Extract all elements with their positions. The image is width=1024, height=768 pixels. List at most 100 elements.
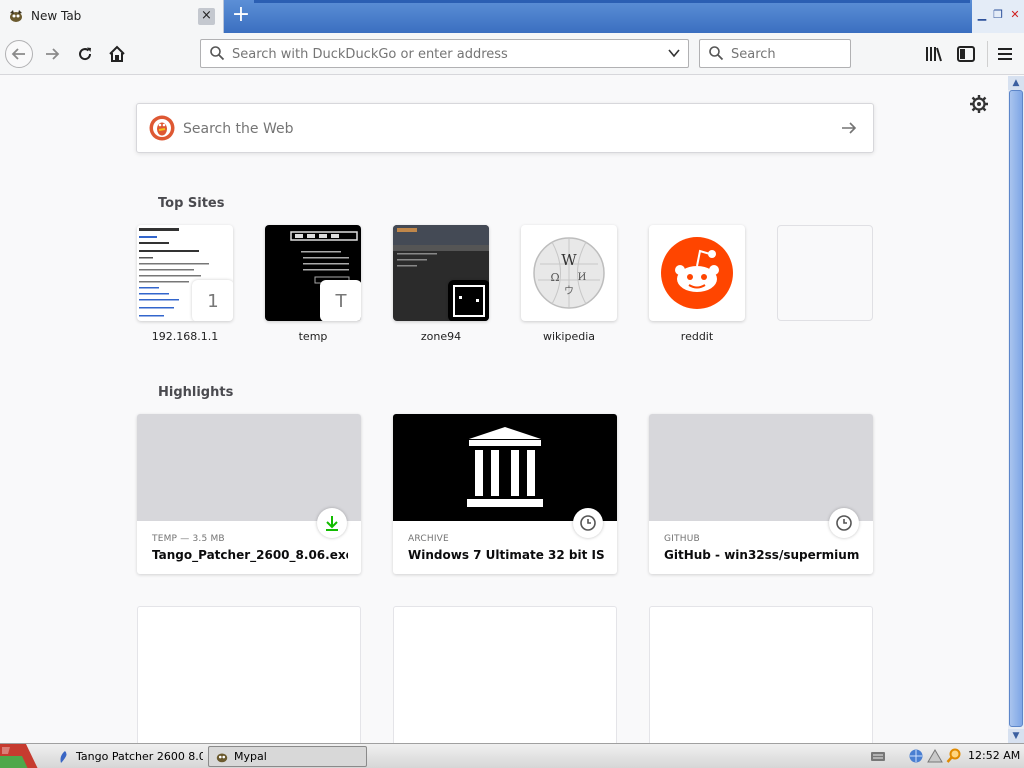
site-label: temp xyxy=(298,330,328,343)
svg-text:И: И xyxy=(578,272,587,283)
highlight-type-badge xyxy=(573,508,603,538)
back-arrow-icon xyxy=(11,48,25,60)
tab-strip: New Tab × + ▁ ❐ ✕ xyxy=(0,0,1024,33)
highlight-meta: GITHUB xyxy=(664,534,700,544)
top-site-tile[interactable]: zone94 xyxy=(393,225,489,343)
highlight-title: Tango_Patcher_2600_8.06.exe xyxy=(152,548,348,562)
highlight-preview xyxy=(137,414,361,521)
empty-top-site-slot[interactable] xyxy=(777,225,873,321)
system-tray: 12:52 AM xyxy=(862,744,1024,768)
site-label: zone94 xyxy=(420,330,462,343)
site-badge: T xyxy=(320,280,361,321)
start-button-icon[interactable] xyxy=(0,744,38,768)
url-bar[interactable] xyxy=(200,39,689,68)
empty-highlight-slot xyxy=(137,606,361,743)
wikipedia-globe-icon: W Ω И ウ xyxy=(533,237,605,309)
site-thumbnail: 1 xyxy=(137,225,233,321)
keyboard-icon[interactable] xyxy=(870,748,886,764)
sidebar-icon[interactable] xyxy=(955,43,977,65)
empty-highlight-slot xyxy=(649,606,873,743)
gear-icon[interactable] xyxy=(969,94,989,114)
clock-icon xyxy=(836,515,852,531)
svg-text:ウ: ウ xyxy=(564,285,574,297)
tab-new-tab[interactable]: New Tab × xyxy=(0,0,224,33)
download-icon xyxy=(326,516,338,531)
highlight-preview xyxy=(649,414,873,521)
vertical-scrollbar[interactable]: ▲ ▼ xyxy=(1008,76,1024,743)
navigation-toolbar xyxy=(0,33,1024,75)
search-icon xyxy=(210,46,225,61)
highlight-title: Windows 7 Ultimate 32 bit ISO (... xyxy=(408,548,604,562)
site-thumbnail-placeholder xyxy=(777,225,873,321)
highlight-card[interactable]: GITHUB GitHub - win32ss/supermium: C... xyxy=(649,414,873,574)
warning-icon[interactable] xyxy=(927,748,943,764)
minimize-icon[interactable]: ▁ xyxy=(975,8,989,22)
arrow-right-icon[interactable] xyxy=(839,118,859,138)
site-thumbnail: W Ω И ウ xyxy=(521,225,617,321)
highlight-card[interactable]: ARCHIVE Windows 7 Ultimate 32 bit ISO (.… xyxy=(393,414,617,574)
new-tab-button[interactable]: + xyxy=(230,4,252,28)
taskbar-item-tango-patcher[interactable]: Tango Patcher 2600 8.06... xyxy=(50,746,204,767)
forward-button[interactable] xyxy=(38,40,66,68)
search-input[interactable] xyxy=(731,45,841,63)
chevron-down-icon[interactable] xyxy=(667,46,681,60)
forward-arrow-icon xyxy=(46,48,60,60)
zone94-logo-icon xyxy=(453,285,485,317)
site-thumbnail xyxy=(393,225,489,321)
highlight-meta: ARCHIVE xyxy=(408,534,449,544)
tabstrip-top-edge xyxy=(254,0,970,3)
site-thumbnail: T xyxy=(265,225,361,321)
tango-patcher-icon xyxy=(60,750,67,763)
svg-text:Ω: Ω xyxy=(550,271,559,284)
new-tab-page: Top Sites 1 192.168.1.1 xyxy=(0,76,1008,743)
highlight-preview xyxy=(393,414,617,521)
search-icon xyxy=(709,46,724,61)
site-thumbnail xyxy=(649,225,745,321)
web-search-box[interactable] xyxy=(136,103,874,153)
site-label: wikipedia xyxy=(542,330,595,343)
search-bar[interactable] xyxy=(699,39,851,68)
scroll-down-arrow-icon[interactable]: ▼ xyxy=(1008,729,1024,743)
reload-icon xyxy=(79,47,92,61)
highlights-heading: Highlights xyxy=(158,385,234,400)
scrollbar-thumb[interactable] xyxy=(1009,90,1023,727)
back-button[interactable] xyxy=(5,40,33,68)
top-site-tile[interactable]: reddit xyxy=(649,225,745,343)
home-icon xyxy=(109,45,125,62)
web-search-input[interactable] xyxy=(183,119,823,139)
url-input[interactable] xyxy=(232,45,652,63)
top-site-tile[interactable]: W Ω И ウ wikipedia xyxy=(521,225,617,343)
taskbar-item-label: Mypal xyxy=(234,750,267,763)
highlight-card[interactable]: TEMP — 3.5 MB Tango_Patcher_2600_8.06.ex… xyxy=(137,414,361,574)
empty-highlight-slot xyxy=(393,606,617,743)
internet-archive-logo-icon xyxy=(467,426,543,507)
close-tab-icon[interactable]: × xyxy=(198,8,215,25)
scroll-up-arrow-icon[interactable]: ▲ xyxy=(1008,76,1024,90)
window-controls: ▁ ❐ ✕ xyxy=(972,0,1024,33)
hamburger-menu-icon[interactable] xyxy=(994,43,1016,65)
highlight-type-badge xyxy=(317,508,347,538)
site-badge xyxy=(448,280,489,321)
taskbar-item-mypal[interactable]: Mypal xyxy=(208,746,367,767)
taskbar-item-label: Tango Patcher 2600 8.06... xyxy=(76,750,203,763)
reload-button[interactable] xyxy=(71,40,99,68)
mypal-favicon-icon xyxy=(10,10,22,22)
clock-icon xyxy=(580,515,596,531)
mypal-icon xyxy=(216,753,228,762)
top-site-tile[interactable]: 1 192.168.1.1 xyxy=(137,225,233,343)
search-magnifier-icon[interactable] xyxy=(946,748,962,764)
highlight-title: GitHub - win32ss/supermium: C... xyxy=(664,548,860,562)
home-button[interactable] xyxy=(103,40,131,68)
reddit-logo-icon xyxy=(661,237,733,309)
site-label: 192.168.1.1 xyxy=(151,330,219,343)
restore-icon[interactable]: ❐ xyxy=(991,8,1005,22)
highlight-type-badge xyxy=(829,508,859,538)
taskbar-clock[interactable]: 12:52 AM xyxy=(968,749,1020,762)
highlight-meta: TEMP — 3.5 MB xyxy=(152,534,225,544)
top-site-tile[interactable]: T temp xyxy=(265,225,361,343)
toolbar-separator xyxy=(987,41,988,67)
svg-text:W: W xyxy=(561,251,577,269)
library-icon[interactable] xyxy=(923,43,945,65)
network-globe-icon[interactable] xyxy=(908,748,924,764)
close-window-icon[interactable]: ✕ xyxy=(1008,8,1022,22)
